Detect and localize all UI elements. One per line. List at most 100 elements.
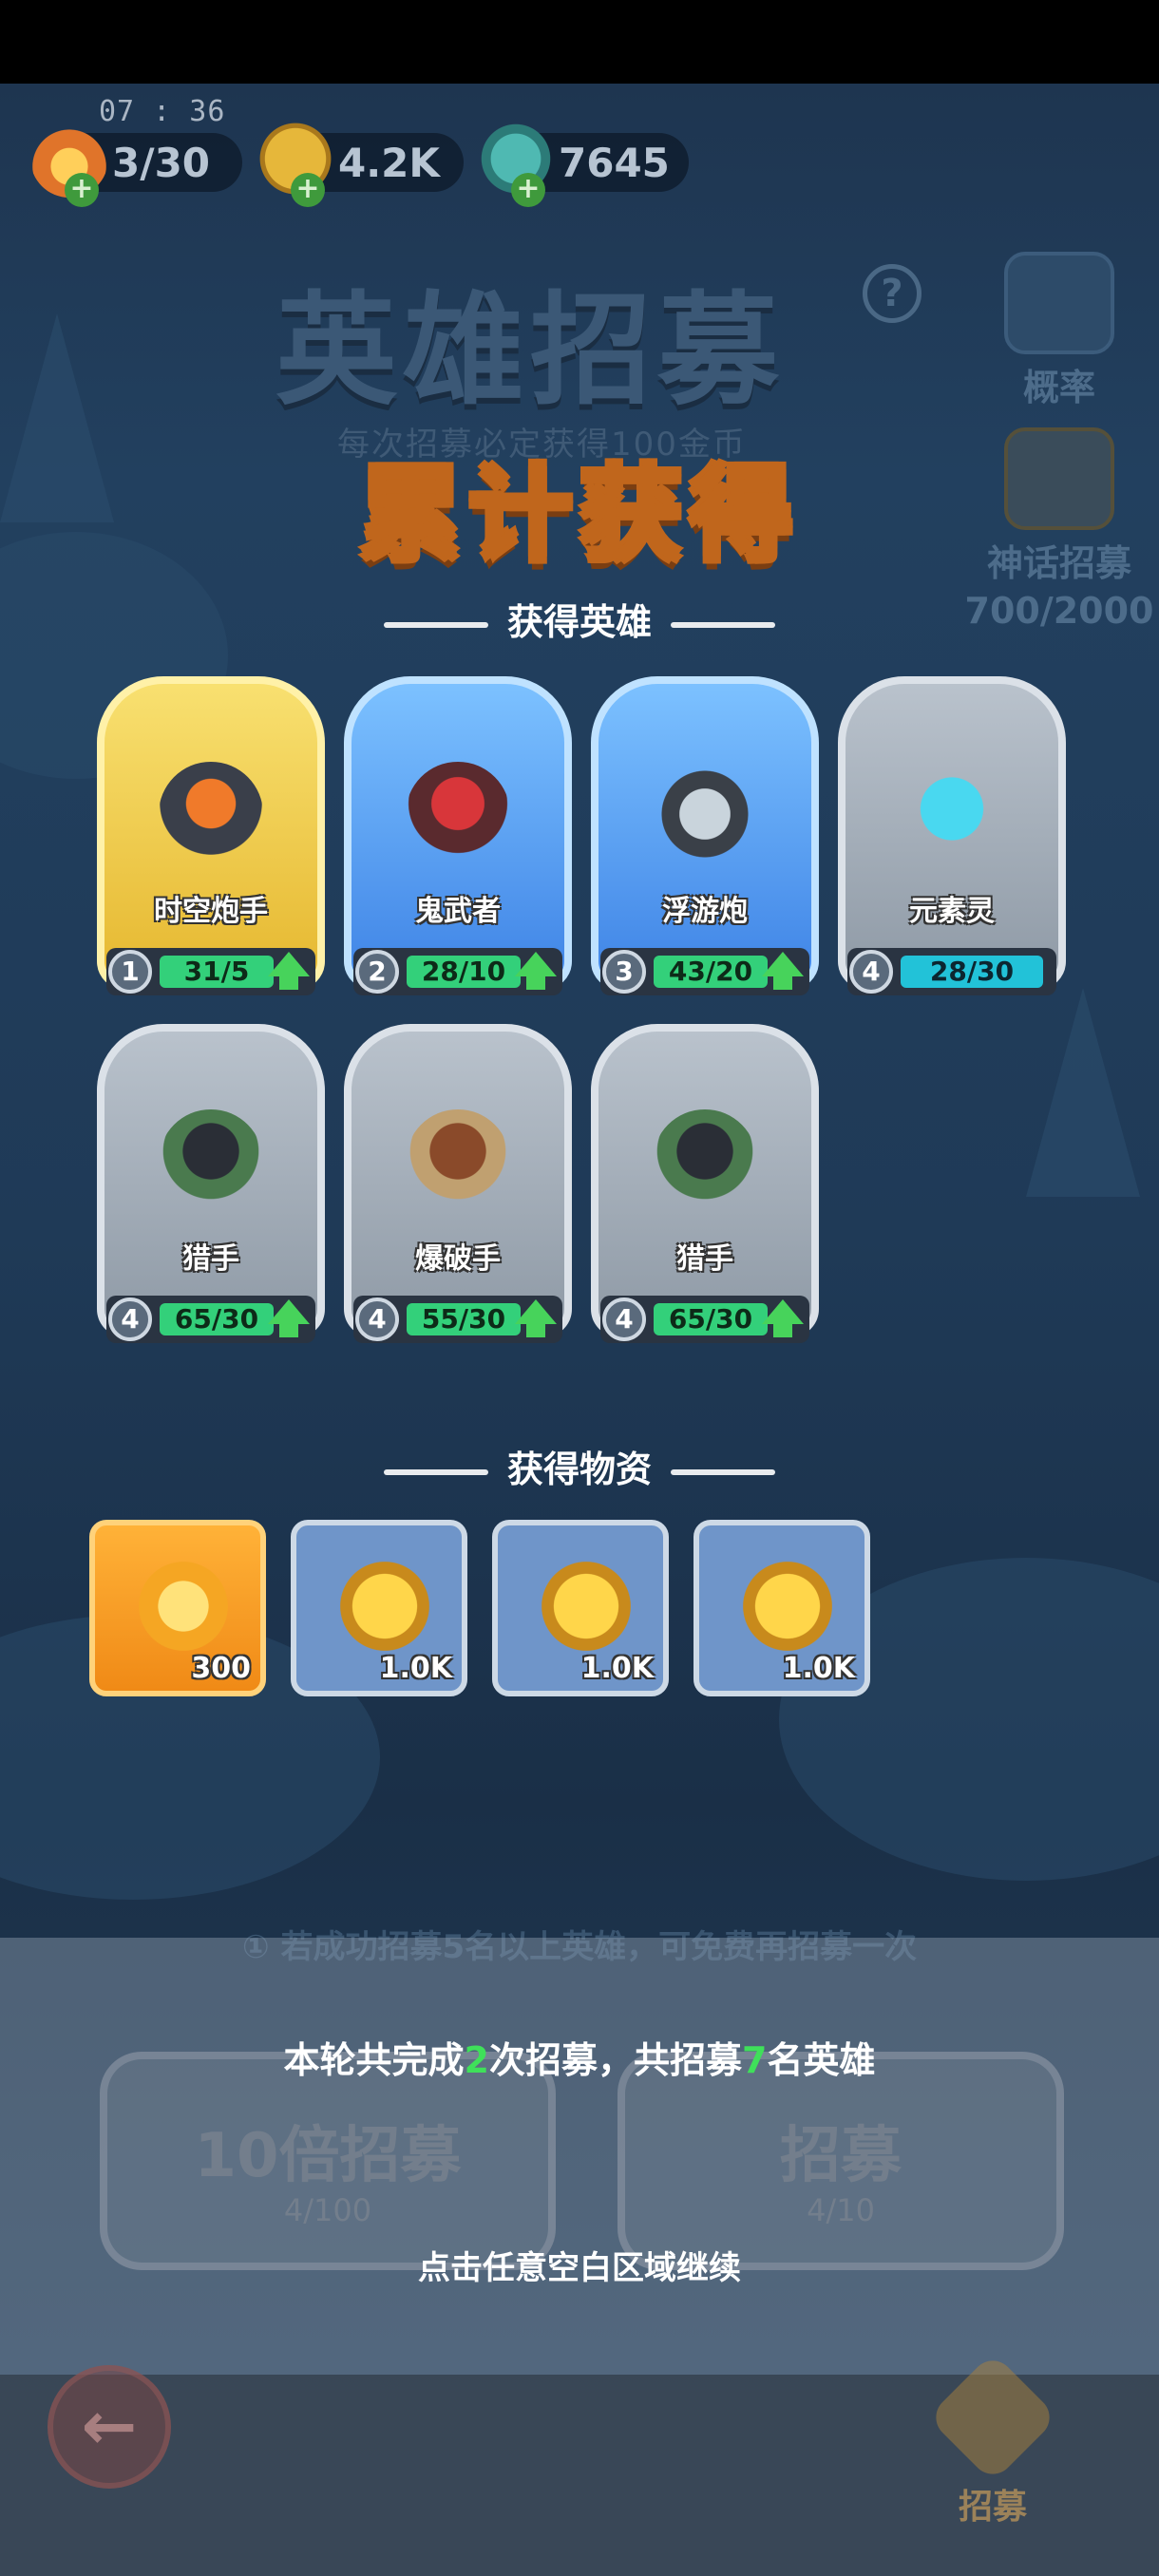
hero-progress: 4 65/30: [600, 1296, 809, 1343]
hero-name: 鬼武者: [415, 895, 501, 928]
probability-button[interactable]: 概率: [993, 252, 1126, 410]
hero-name: 猎手: [676, 1242, 733, 1276]
summary-rounds: 2: [464, 2039, 489, 2081]
hero-progress: 3 43/20: [600, 948, 809, 995]
resource-crystal[interactable]: + 7645: [477, 120, 689, 207]
items-section-title: 获得物资: [0, 1440, 1159, 1492]
probability-label: 概率: [1022, 367, 1095, 408]
hero-shard-count: 31/5: [160, 956, 274, 988]
item-quantity: 1.0K: [782, 1652, 855, 1685]
elemental-spirit-icon: [900, 762, 1004, 866]
ten-recruit-button: 10倍招募 4/100: [100, 2052, 556, 2270]
ten-recruit-cost: 4/100: [283, 2192, 372, 2228]
hero-level: 2: [355, 950, 399, 994]
item-tile[interactable]: 1.0K: [694, 1520, 870, 1696]
add-crystal-icon[interactable]: +: [511, 173, 545, 207]
hero-card[interactable]: 元素灵 4 28/30: [838, 676, 1066, 1005]
upgrade-arrow-icon: [762, 1299, 804, 1337]
item-quantity: 1.0K: [580, 1652, 654, 1685]
oni-warrior-icon: [406, 762, 510, 866]
hero-card[interactable]: 爆破手 4 55/30: [344, 1024, 572, 1353]
hero-progress: 4 55/30: [353, 1296, 562, 1343]
recruit-result-screen[interactable]: 07 : 36 + 3/30 + 4.2K + 7645 英雄招募 每次招募必定…: [0, 0, 1159, 2576]
hero-name: 爆破手: [415, 1242, 501, 1276]
gold-coin-icon: [536, 1556, 636, 1657]
upgrade-arrow-icon: [762, 952, 804, 990]
gold-coin-icon: [737, 1556, 838, 1657]
crystal-shard-icon: [133, 1556, 234, 1657]
hunter-icon: [653, 1109, 757, 1214]
hero-level: 1: [108, 950, 152, 994]
divider-left: [383, 621, 488, 628]
add-stamina-icon[interactable]: +: [65, 173, 99, 207]
heroes-section-title: 获得英雄: [0, 593, 1159, 645]
help-icon[interactable]: ?: [863, 264, 922, 323]
document-icon: [1004, 252, 1114, 354]
crystal-value: 7645: [559, 139, 670, 186]
items-section-label: 获得物资: [506, 1449, 652, 1490]
demolisher-icon: [406, 1109, 510, 1214]
item-quantity: 1.0K: [379, 1652, 452, 1685]
hero-progress: 4 65/30: [106, 1296, 315, 1343]
upgrade-arrow-icon: [268, 952, 310, 990]
recruit-label: 招募: [780, 2121, 902, 2191]
divider-right: [671, 1468, 775, 1475]
floating-cannon-icon: [653, 762, 757, 866]
hero-shard-count: 55/30: [407, 1303, 521, 1335]
hero-level: 4: [108, 1297, 152, 1341]
hunter-icon: [159, 1109, 263, 1214]
hero-level: 3: [602, 950, 646, 994]
item-tile[interactable]: 1.0K: [291, 1520, 467, 1696]
hero-shard-count: 43/20: [654, 956, 768, 988]
clock: 07 : 36: [99, 95, 226, 128]
hero-card[interactable]: 鬼武者 2 28/10: [344, 676, 572, 1005]
upgrade-arrow-icon: [515, 1299, 557, 1337]
hero-level: 4: [355, 1297, 399, 1341]
hero-card[interactable]: 浮游炮 3 43/20: [591, 676, 819, 1005]
hero-level: 4: [602, 1297, 646, 1341]
add-gold-icon[interactable]: +: [291, 173, 325, 207]
hero-card[interactable]: 猎手 4 65/30: [591, 1024, 819, 1353]
summary-part3: 名英雄: [767, 2039, 876, 2081]
ten-recruit-label: 10倍招募: [194, 2121, 462, 2191]
hero-name: 元素灵: [909, 895, 995, 928]
back-arrow-icon: ←: [48, 2365, 171, 2489]
status-bar: [0, 0, 1159, 84]
hero-progress: 1 31/5: [106, 948, 315, 995]
upgrade-arrow-icon: [515, 952, 557, 990]
hero-shard-count: 65/30: [160, 1303, 274, 1335]
gunner-icon: [159, 762, 263, 866]
resource-stamina[interactable]: + 3/30: [30, 120, 242, 207]
resource-gold[interactable]: + 4.2K: [256, 120, 464, 207]
hero-card[interactable]: 猎手 4 65/30: [97, 1024, 325, 1353]
summary-part2: 次招募，共招募: [488, 2039, 742, 2081]
summary-part1: 本轮共完成: [283, 2039, 465, 2081]
hero-card[interactable]: 时空炮手 1 31/5: [97, 676, 325, 1005]
hero-name: 时空炮手: [154, 895, 268, 928]
item-quantity: 300: [191, 1652, 251, 1685]
hero-progress: 4 28/30: [847, 948, 1056, 995]
hero-shard-count: 28/30: [901, 956, 1043, 988]
recruit-nav-icon: [927, 2352, 1058, 2483]
hero-progress: 2 28/10: [353, 948, 562, 995]
item-tile[interactable]: 1.0K: [492, 1520, 669, 1696]
hero-shard-count: 65/30: [654, 1303, 768, 1335]
upgrade-arrow-icon: [268, 1299, 310, 1337]
item-tile[interactable]: 300: [89, 1520, 266, 1696]
heroes-section-label: 获得英雄: [506, 601, 652, 643]
result-headline: 累计获得: [0, 432, 1159, 580]
hero-level: 4: [849, 950, 893, 994]
divider-right: [671, 621, 775, 628]
recruit-cost: 4/10: [807, 2192, 875, 2228]
gold-coin-icon: [334, 1556, 435, 1657]
recruit-nav-button: 招募: [912, 2352, 1074, 2546]
hero-name: 浮游炮: [662, 895, 748, 928]
recruit-nav-label: 招募: [958, 2488, 1027, 2527]
tap-to-continue-hint[interactable]: 点击任意空白区域继续: [0, 2242, 1159, 2288]
recruit-title: 英雄招募: [276, 280, 786, 422]
gold-value: 4.2K: [338, 139, 440, 186]
hero-shard-count: 28/10: [407, 956, 521, 988]
divider-left: [383, 1468, 488, 1475]
headline-text: 累计获得: [358, 456, 800, 575]
recruit-button: 招募 4/10: [618, 2052, 1064, 2270]
